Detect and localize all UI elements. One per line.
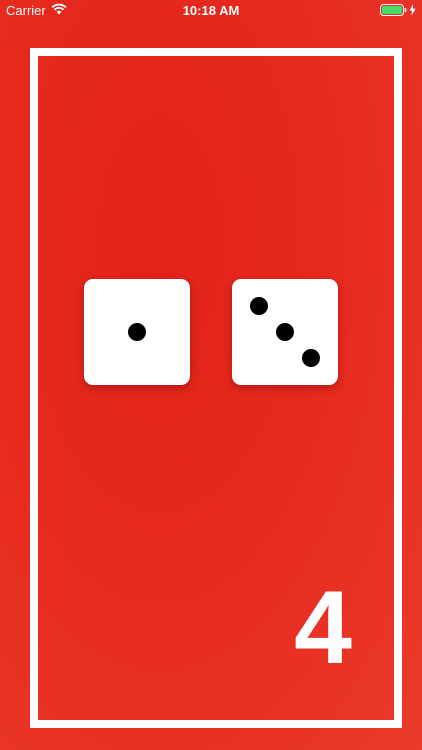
pip [250, 297, 268, 315]
battery-icon [380, 4, 407, 19]
status-time: 10:18 AM [182, 3, 240, 18]
total-score: 4 [294, 570, 352, 686]
pip [276, 323, 294, 341]
charging-bolt-icon [409, 4, 416, 19]
die-right[interactable] [232, 279, 338, 385]
pip [302, 349, 320, 367]
die-left[interactable] [84, 279, 190, 385]
status-right [380, 4, 416, 19]
pip [128, 323, 146, 341]
status-bar: Carrier 10:18 AM [0, 0, 422, 22]
